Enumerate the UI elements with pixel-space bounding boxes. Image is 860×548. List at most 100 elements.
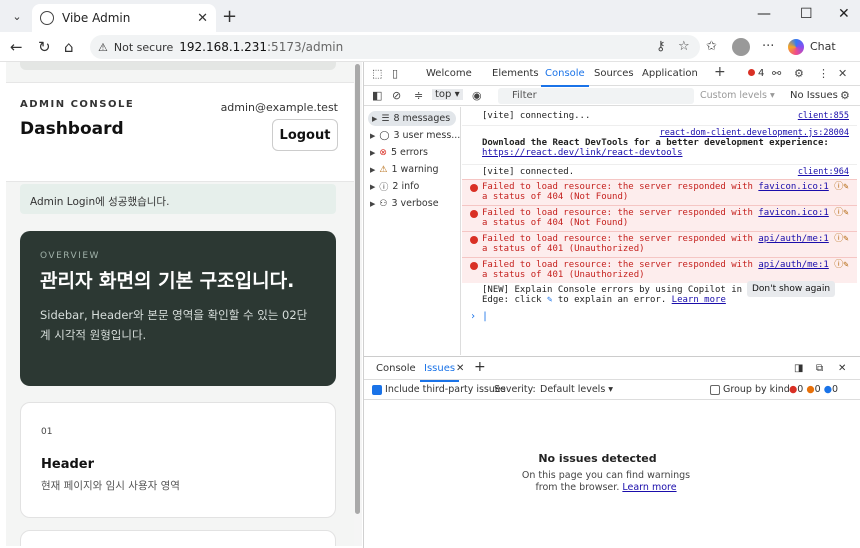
sidebar-item-info[interactable]: ▶ ⓘ 2 info	[370, 179, 419, 194]
sidebar-item-errors[interactable]: ▶ ⊗ 5 errors	[370, 145, 428, 160]
collapse-icon[interactable]: ≑	[414, 89, 423, 102]
devtools-link[interactable]: https://react.dev/link/react-devtools	[482, 148, 682, 158]
maximize-icon[interactable]: ☐	[800, 6, 813, 22]
minimize-icon[interactable]: —	[757, 6, 771, 22]
new-tab-button[interactable]: +	[222, 6, 237, 27]
add-tab-icon[interactable]: +	[714, 64, 726, 80]
undock-icon[interactable]: ⧉	[816, 363, 823, 374]
close-drawer-icon[interactable]: ✕	[838, 363, 846, 374]
copilot-explain-icon[interactable]: ⓘ✎	[834, 182, 848, 192]
overview-label: OVERVIEW	[40, 251, 100, 261]
error-icon	[470, 236, 478, 244]
console-error: Failed to load resource: the server resp…	[462, 179, 857, 205]
top-card-edge	[20, 62, 336, 70]
tab-elements[interactable]: Elements	[492, 68, 539, 79]
source-link[interactable]: api/auth/me:1	[758, 234, 828, 244]
expand-arrow-icon: ▶	[370, 148, 376, 157]
scrollbar-thumb[interactable]	[355, 64, 360, 514]
browser-tab[interactable]: Vibe Admin ✕	[32, 4, 216, 32]
copilot-explain-icon[interactable]: ⓘ✎	[834, 234, 848, 244]
tab-sources[interactable]: Sources	[594, 68, 634, 79]
sidebar-item-messages[interactable]: ▶ ☰ 8 messages	[368, 111, 456, 126]
checkbox-unchecked	[710, 384, 720, 395]
filter-input[interactable]: Filter	[498, 88, 694, 104]
error-counter[interactable]: 4	[748, 68, 764, 79]
more-options-icon[interactable]: ⋮	[818, 67, 829, 80]
sidebar-item-user-messages[interactable]: ▶ ◯ 3 user mess...	[370, 128, 460, 143]
card-subtitle: 현재 페이지와 임시 사용자 영역	[41, 480, 180, 492]
inspect-icon[interactable]: ⬚	[372, 67, 382, 80]
group-by-kind-checkbox[interactable]: Group by kind	[710, 384, 790, 395]
close-tab-icon[interactable]: ✕	[197, 11, 208, 26]
clear-console-icon[interactable]: ⊘	[392, 89, 401, 102]
back-icon[interactable]: ←	[10, 38, 23, 56]
source-link[interactable]: api/auth/me:1	[758, 260, 828, 270]
console-prompt[interactable]: › |	[470, 311, 488, 322]
copilot-explain-icon[interactable]: ⓘ✎	[834, 208, 848, 218]
connection-icon[interactable]: ⚯	[772, 67, 781, 80]
logout-button[interactable]: Logout	[272, 119, 338, 151]
custom-levels-select[interactable]: Custom levels ▾	[700, 90, 775, 101]
sidebar-toggle-icon[interactable]: ◧	[372, 89, 382, 102]
close-devtools-icon[interactable]: ✕	[838, 67, 847, 80]
page-scrollbar[interactable]	[354, 62, 362, 546]
device-toolbar-icon[interactable]: ▯	[392, 67, 398, 80]
filter-placeholder: Filter	[512, 90, 537, 101]
page-viewport: ADMIN CONSOLE admin@example.test Dashboa…	[6, 62, 354, 546]
source-link[interactable]: client:964	[798, 167, 849, 177]
eye-icon[interactable]: ◉	[472, 89, 482, 102]
message-text: [NEW] Explain Console errors by using Co…	[482, 285, 743, 295]
source-link[interactable]: favicon.ico:1	[758, 208, 828, 218]
copilot-explain-icon[interactable]: ⓘ✎	[834, 260, 848, 270]
source-link[interactable]: react-dom-client.development.js:28004	[660, 128, 849, 138]
more-menu-icon[interactable]: ···	[762, 39, 774, 54]
include-third-party-checkbox[interactable]: Include third-party issues	[372, 384, 506, 395]
source-link[interactable]: favicon.ico:1	[758, 182, 828, 192]
close-issues-tab-icon[interactable]: ✕	[456, 363, 464, 374]
warning-icon[interactable]: ⚠	[98, 41, 108, 54]
url-host: 192.168.1.231	[179, 40, 268, 54]
sidebar-item-verbose[interactable]: ▶ ⚇ 3 verbose	[370, 196, 439, 211]
learn-more-link[interactable]: Learn more	[672, 295, 726, 305]
tab-application[interactable]: Application	[642, 68, 698, 79]
close-window-icon[interactable]: ✕	[838, 6, 850, 22]
learn-more-link[interactable]: Learn more	[622, 482, 676, 493]
severity-select[interactable]: Default levels ▾	[540, 384, 613, 395]
console-output: [vite] connecting... client:855 react-do…	[462, 107, 860, 355]
console-settings-icon[interactable]: ⚙	[840, 89, 850, 102]
tab-console[interactable]: Console	[541, 68, 589, 87]
message-text: a status of 401 (Unauthorized)	[482, 244, 645, 254]
globe-icon	[40, 11, 54, 25]
source-link[interactable]: client:855	[798, 111, 849, 121]
tab-welcome[interactable]: Welcome	[426, 68, 472, 79]
favorite-star-icon[interactable]: ☆	[678, 39, 690, 54]
drawer-tab-console[interactable]: Console	[376, 363, 416, 374]
chat-button[interactable]: Chat	[810, 40, 836, 53]
url-bar[interactable]: ⚠ Not secure 192.168.1.231 :5173/admin	[90, 35, 700, 59]
no-issues-button[interactable]: No Issues	[790, 90, 838, 101]
dont-show-again-button[interactable]: Don't show again	[747, 281, 835, 297]
tab-list-button[interactable]: ⌄	[6, 6, 28, 26]
message-text: Download the React DevTools for a better…	[482, 138, 829, 148]
favorites-icon[interactable]: ✩	[706, 39, 717, 54]
expand-arrow-icon: ▶	[372, 114, 378, 123]
add-drawer-tab-icon[interactable]: +	[474, 359, 486, 375]
sidebar-item-label: 2 info	[392, 181, 420, 192]
home-icon[interactable]: ⌂	[64, 38, 74, 56]
expand-arrow-icon: ▶	[370, 199, 376, 208]
copilot-icon[interactable]	[788, 39, 804, 55]
context-select[interactable]: top ▾	[432, 89, 463, 100]
profile-avatar[interactable]	[732, 38, 750, 56]
sidebar-item-warnings[interactable]: ▶ ⚠ 1 warning	[370, 162, 439, 177]
dock-icon[interactable]: ◨	[794, 363, 803, 374]
browser-tab-bar: ⌄ Vibe Admin ✕ + — ☐ ✕	[0, 0, 860, 32]
severity-value: Default levels	[540, 384, 606, 395]
checkbox-label: Include third-party issues	[385, 384, 506, 395]
console-sidebar: ▶ ☰ 8 messages ▶ ◯ 3 user mess... ▶ ⊗ 5 errors…	[364, 107, 461, 355]
settings-gear-icon[interactable]: ⚙	[794, 67, 804, 80]
drawer-tab-issues[interactable]: Issues	[419, 363, 460, 382]
key-icon[interactable]: ⚷	[656, 39, 666, 54]
next-card	[20, 530, 336, 546]
reload-icon[interactable]: ↻	[38, 38, 51, 56]
security-label[interactable]: Not secure	[114, 41, 173, 54]
